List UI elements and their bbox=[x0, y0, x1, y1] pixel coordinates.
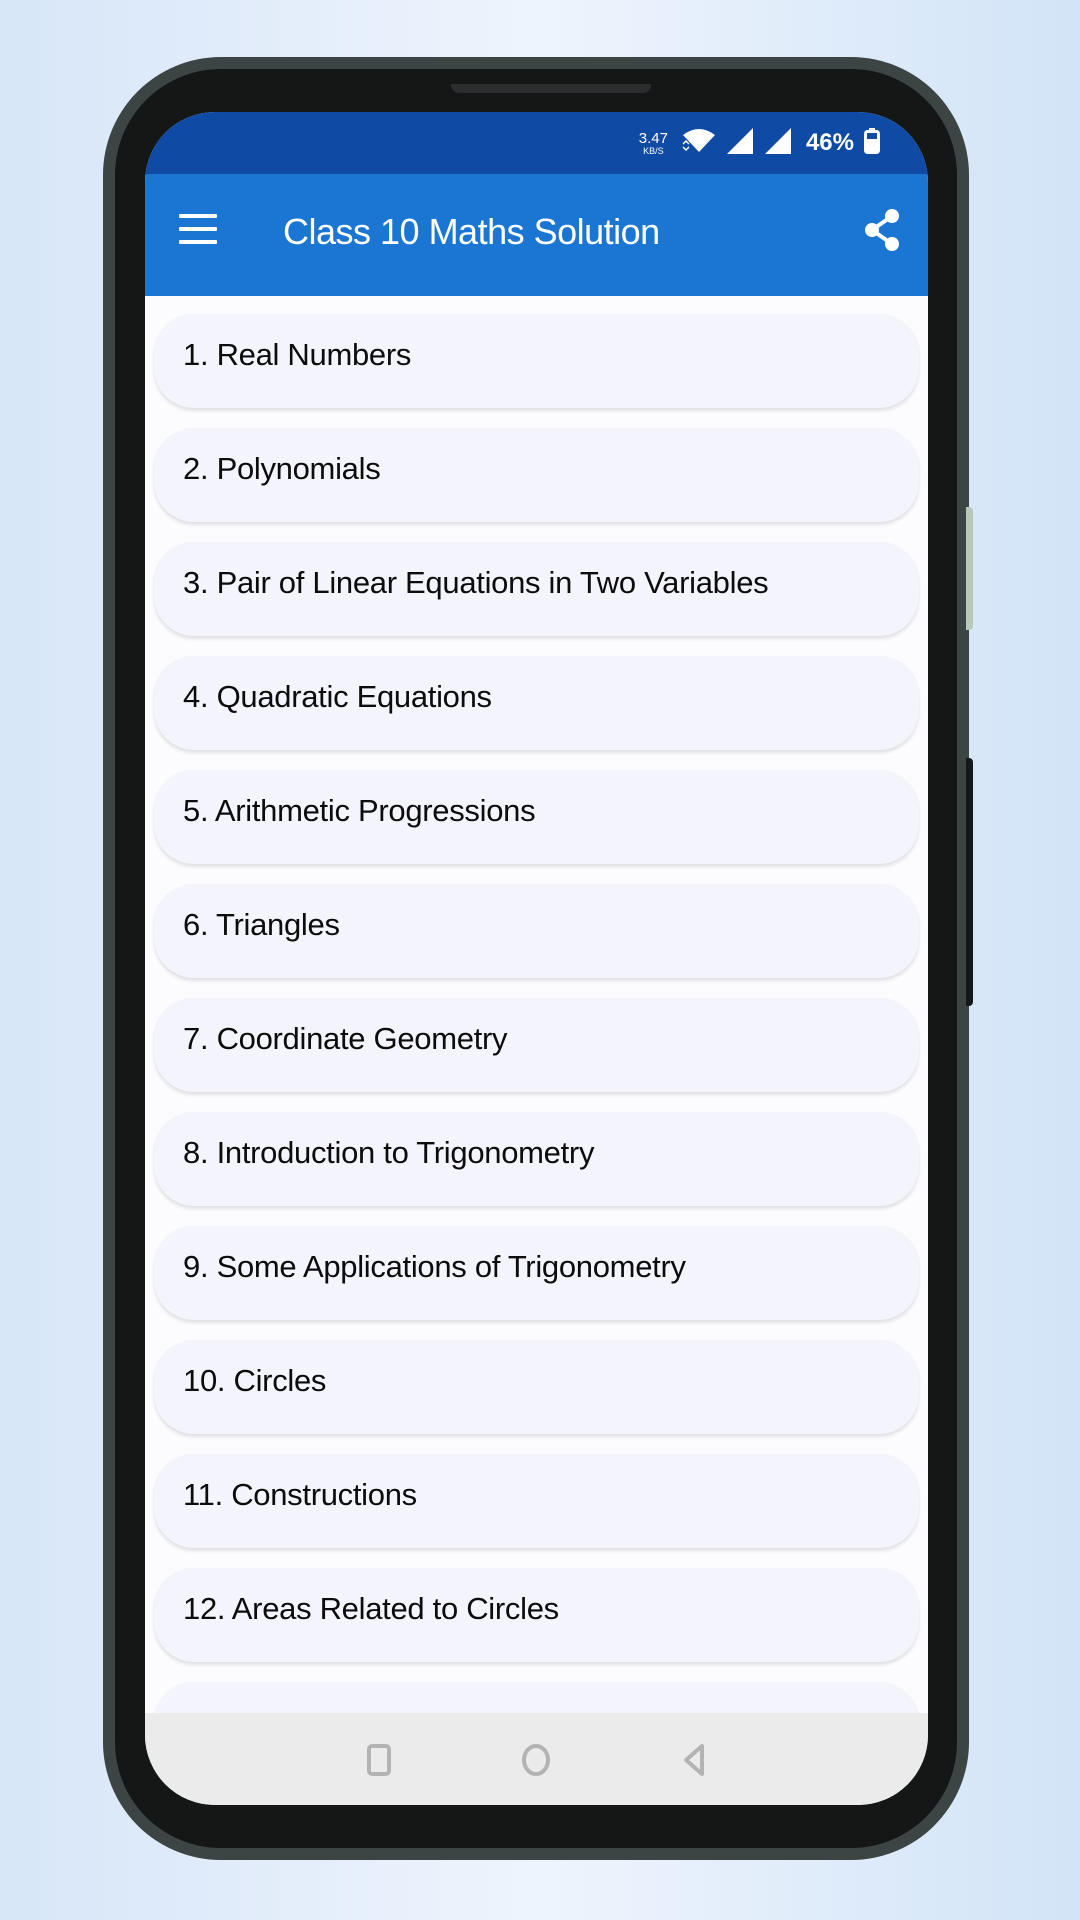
network-speed: 3.47 KB/S bbox=[639, 131, 668, 156]
chapter-item[interactable]: 1. Real Numbers bbox=[154, 314, 919, 408]
wifi-icon bbox=[682, 128, 716, 159]
battery-icon bbox=[864, 127, 880, 159]
phone-screen: 3.47 KB/S 46% Class 10 Maths Solution 1.… bbox=[145, 112, 928, 1805]
chapter-label: 8. Introduction to Trigonometry bbox=[183, 1135, 595, 1170]
battery-percent: 46% bbox=[805, 129, 854, 156]
chapter-label: 9. Some Applications of Trigonometry bbox=[183, 1249, 686, 1284]
chapter-item[interactable]: 11. Constructions bbox=[154, 1454, 919, 1548]
chapter-label: 4. Quadratic Equations bbox=[183, 679, 492, 714]
chapter-item[interactable]: 8. Introduction to Trigonometry bbox=[154, 1112, 919, 1206]
chapter-label: 10. Circles bbox=[183, 1363, 327, 1398]
share-icon[interactable] bbox=[862, 208, 902, 252]
chapter-item[interactable]: 2. Polynomials bbox=[154, 428, 919, 522]
network-speed-value: 3.47 bbox=[638, 129, 668, 147]
signal-icon bbox=[764, 127, 792, 160]
volume-button bbox=[966, 507, 973, 630]
status-icons: 3.47 KB/S 46% bbox=[639, 126, 880, 160]
chapter-item[interactable]: 5. Arithmetic Progressions bbox=[154, 770, 919, 864]
chapter-item[interactable]: 10. Circles bbox=[154, 1340, 919, 1434]
chapter-label: 6. Triangles bbox=[183, 907, 340, 942]
chapter-item[interactable]: 9. Some Applications of Trigonometry bbox=[154, 1226, 919, 1320]
hamburger-menu-icon[interactable] bbox=[179, 214, 217, 244]
chapter-label: 12. Areas Related to Circles bbox=[183, 1591, 559, 1626]
chapter-label: 5. Arithmetic Progressions bbox=[183, 793, 536, 828]
app-bar: Class 10 Maths Solution bbox=[145, 174, 928, 296]
chapter-item[interactable]: 7. Coordinate Geometry bbox=[154, 998, 919, 1092]
recents-square-icon[interactable] bbox=[359, 1739, 399, 1779]
status-bar: 3.47 KB/S 46% bbox=[145, 112, 928, 174]
chapter-item[interactable]: 4. Quadratic Equations bbox=[154, 656, 919, 750]
home-circle-icon[interactable] bbox=[516, 1739, 556, 1779]
chapter-list: 1. Real Numbers 2. Polynomials 3. Pair o… bbox=[154, 314, 919, 1796]
chapter-label: 1. Real Numbers bbox=[183, 337, 412, 372]
chapter-label: 3. Pair of Linear Equations in Two Varia… bbox=[183, 565, 769, 600]
earpiece-speaker bbox=[451, 84, 651, 93]
chapter-label: 7. Coordinate Geometry bbox=[183, 1021, 508, 1056]
chapter-label: 11. Constructions bbox=[183, 1477, 417, 1512]
chapter-item[interactable]: 12. Areas Related to Circles bbox=[154, 1568, 919, 1662]
power-button bbox=[966, 758, 973, 1006]
system-nav-bar bbox=[145, 1713, 928, 1805]
chapter-label: 2. Polynomials bbox=[183, 451, 381, 486]
app-title: Class 10 Maths Solution bbox=[283, 211, 660, 252]
network-speed-unit: KB/S bbox=[643, 145, 664, 156]
chapter-item[interactable]: 6. Triangles bbox=[154, 884, 919, 978]
signal-icon bbox=[726, 127, 754, 160]
back-triangle-icon[interactable] bbox=[674, 1739, 714, 1779]
chapter-item[interactable]: 3. Pair of Linear Equations in Two Varia… bbox=[154, 542, 919, 636]
